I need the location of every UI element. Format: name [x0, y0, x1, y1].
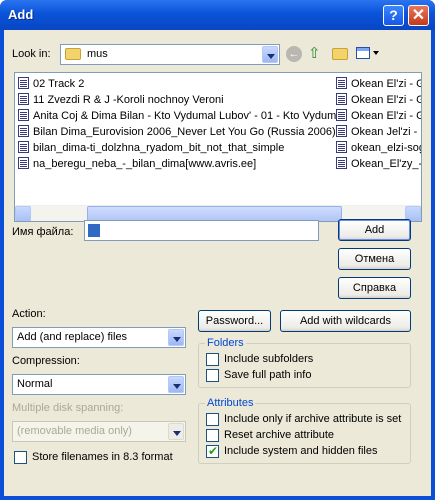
list-item[interactable]: bilan_dima-ti_dolzhna_ryadom_bit_not_tha… — [18, 141, 284, 157]
cancel-button[interactable]: Отмена — [338, 248, 411, 270]
action-label: Action: — [12, 308, 46, 320]
file-icon — [18, 93, 29, 105]
include-subfolders-label[interactable]: Include subfolders — [224, 353, 313, 365]
look-in-value: mus — [87, 48, 108, 60]
file-icon — [18, 141, 29, 153]
list-item[interactable]: 11 Zvezdi R & J -Koroli nochnoy Veroni — [18, 93, 224, 109]
help-title-button[interactable]: ? — [383, 5, 404, 26]
file-icon — [336, 93, 347, 105]
save-full-path-checkbox[interactable] — [206, 369, 219, 382]
new-folder-icon[interactable] — [332, 48, 348, 60]
list-item[interactable]: Okean El'zi - G — [336, 93, 421, 109]
list-item[interactable]: okean_elzi-sog — [336, 141, 421, 157]
attributes-group: Attributes Include only if archive attri… — [198, 397, 411, 464]
file-list[interactable]: 02 Track 2 11 Zvezdi R & J -Koroli nochn… — [14, 72, 422, 222]
close-button[interactable]: ✕ — [408, 5, 429, 26]
help-button[interactable]: Справка — [338, 277, 411, 299]
include-archive-only-checkbox[interactable] — [206, 413, 219, 426]
list-item[interactable]: Okean El'zi - G — [336, 77, 421, 93]
reset-archive-label[interactable]: Reset archive attribute — [224, 429, 334, 441]
add-button[interactable]: Add — [338, 219, 411, 241]
save-full-path-label[interactable]: Save full path info — [224, 369, 311, 381]
list-item[interactable]: Okean_El'zy_- — [336, 157, 421, 173]
chevron-down-icon[interactable] — [168, 376, 184, 393]
dialog-body: Look in: mus ← ⇧ 02 Track 2 11 Zvezdi R … — [4, 30, 431, 496]
action-select[interactable]: Add (and replace) files — [12, 327, 186, 348]
chevron-down-icon[interactable] — [262, 46, 278, 63]
list-item[interactable]: Okean Jel'zi - I — [336, 125, 421, 141]
include-archive-only-label[interactable]: Include only if archive attribute is set — [224, 413, 401, 425]
back-icon[interactable]: ← — [286, 46, 302, 62]
filename-input[interactable] — [84, 220, 319, 241]
list-item[interactable]: na_beregu_neba_-_bilan_dima[www.avris.ee… — [18, 157, 256, 173]
file-icon — [336, 141, 347, 153]
title-bar: Add ? ✕ — [0, 0, 435, 30]
password-button[interactable]: Password... — [198, 310, 271, 332]
scroll-left-icon[interactable] — [15, 206, 31, 221]
folder-icon — [65, 48, 81, 60]
compression-label: Compression: — [12, 355, 80, 367]
store-filenames-checkbox[interactable] — [14, 451, 27, 464]
file-icon — [336, 77, 347, 89]
chevron-down-icon — [168, 423, 184, 440]
file-icon — [18, 157, 29, 169]
include-system-hidden-checkbox[interactable] — [206, 444, 219, 458]
store-filenames-label[interactable]: Store filenames in 8.3 format — [32, 451, 173, 463]
spanning-select: (removable media only) — [12, 421, 186, 442]
chevron-down-icon[interactable] — [168, 329, 184, 346]
spanning-label: Multiple disk spanning: — [12, 402, 124, 414]
file-icon — [336, 109, 347, 121]
include-subfolders-checkbox[interactable] — [206, 353, 219, 366]
file-icon — [18, 125, 29, 137]
file-icon — [336, 125, 347, 137]
compression-select[interactable]: Normal — [12, 374, 186, 395]
look-in-select[interactable]: mus — [60, 44, 280, 65]
list-item[interactable]: Anita Coj & Dima Bilan - Kto Vydumal Lub… — [18, 109, 336, 125]
window-title: Add — [8, 7, 34, 22]
filename-label: Имя файла: — [12, 226, 74, 238]
file-icon — [18, 77, 29, 89]
include-system-hidden-label[interactable]: Include system and hidden files — [224, 445, 377, 457]
list-item[interactable]: 02 Track 2 — [18, 77, 84, 93]
file-icon — [336, 157, 347, 169]
file-icon — [18, 109, 29, 121]
reset-archive-checkbox[interactable] — [206, 429, 219, 442]
folders-group-title: Folders — [205, 337, 246, 349]
spanning-value: (removable media only) — [17, 425, 132, 437]
look-in-label: Look in: — [12, 48, 51, 60]
view-menu-icon[interactable] — [356, 45, 380, 63]
add-dialog: Add ? ✕ Look in: mus ← ⇧ 02 Track 2 11 Z… — [0, 0, 435, 500]
action-value: Add (and replace) files — [17, 331, 128, 343]
compression-value: Normal — [17, 378, 53, 390]
up-folder-icon[interactable]: ⇧ — [308, 45, 326, 63]
add-with-wildcards-button[interactable]: Add with wildcards — [280, 310, 411, 332]
attributes-group-title: Attributes — [205, 397, 256, 409]
folders-group: Folders Include subfolders Save full pat… — [198, 337, 411, 388]
text-selection-caret — [88, 224, 100, 237]
list-item[interactable]: Bilan Dima_Eurovision 2006_Never Let You… — [18, 125, 336, 141]
list-item[interactable]: Okean El'zi - G — [336, 109, 421, 125]
